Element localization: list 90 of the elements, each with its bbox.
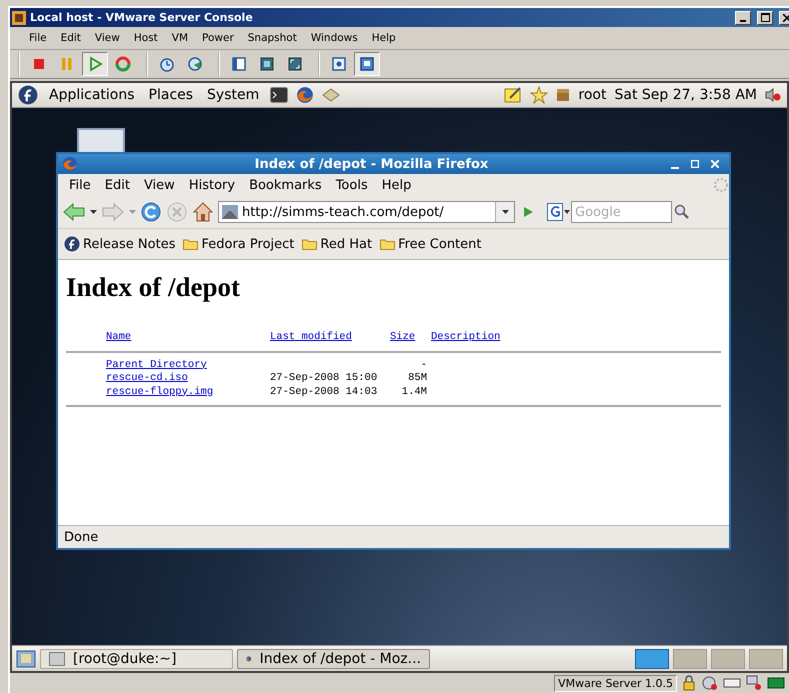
folder-icon — [380, 238, 396, 250]
menu-item[interactable]: Edit — [98, 178, 137, 192]
bookmark-item[interactable]: Free Content — [380, 236, 482, 252]
terminal-icon — [49, 652, 65, 666]
bookmark-item[interactable]: Release Notes — [64, 236, 176, 252]
firefox-icon — [62, 156, 78, 172]
memory-icon — [767, 675, 785, 691]
dropdown-arrow-icon[interactable] — [90, 210, 97, 214]
speaker-muted-icon[interactable] — [765, 87, 781, 103]
menu-item[interactable]: VM — [164, 32, 196, 44]
folder-icon — [302, 238, 318, 250]
menu-item[interactable]: Edit — [54, 32, 88, 44]
menu-item[interactable]: Snapshot — [240, 32, 304, 44]
date-modified: 27-Sep-2008 14:03 — [270, 386, 378, 399]
maximize-button[interactable] — [757, 10, 773, 24]
panel-menu[interactable]: Places — [146, 87, 196, 103]
minimize-icon — [671, 167, 679, 169]
maximize-icon — [691, 160, 699, 168]
menu-item[interactable]: Bookmarks — [242, 178, 329, 192]
folder-icon — [183, 238, 198, 250]
menu-item[interactable]: Tools — [328, 178, 375, 192]
site-icon — [222, 205, 238, 219]
user-name[interactable]: root — [578, 87, 606, 103]
column-header-link[interactable]: Description — [431, 331, 721, 344]
star-icon[interactable] — [530, 86, 548, 104]
column-header-link[interactable]: Size — [390, 331, 416, 344]
status-text: Done — [58, 525, 729, 548]
bookmark-item[interactable]: Fedora Project — [183, 236, 294, 252]
file-size: 85M — [407, 372, 428, 386]
menu-item[interactable]: Windows — [304, 32, 365, 44]
cd-drive-icon — [701, 675, 719, 691]
file-link[interactable]: rescue-floppy.img — [106, 386, 270, 399]
terminal-icon[interactable] — [270, 87, 288, 103]
workspace-button[interactable] — [635, 648, 669, 668]
firefox-icon[interactable] — [296, 86, 314, 104]
fedora-logo-icon — [18, 85, 38, 105]
reset-icon — [114, 55, 132, 73]
menu-item[interactable]: Power — [195, 32, 241, 44]
menu-item[interactable]: File — [62, 178, 98, 192]
file-link[interactable]: Parent Directory — [106, 358, 270, 372]
file-size: - — [420, 358, 428, 372]
bookmark-item[interactable]: Red Hat — [302, 236, 372, 252]
column-header-link[interactable]: Name — [106, 331, 270, 344]
back-arrow-icon[interactable] — [62, 201, 86, 223]
version-label: VMware Server 1.0.5 — [554, 674, 677, 692]
lock-icon — [681, 675, 697, 691]
dropdown-arrow-icon[interactable] — [502, 210, 508, 214]
panel-menu[interactable]: Applications — [46, 87, 138, 103]
date-modified: 27-Sep-2008 15:00 — [270, 372, 378, 386]
menu-item[interactable]: Host — [126, 32, 165, 44]
clock[interactable]: Sat Sep 27, 3:58 AM — [614, 87, 757, 103]
page-heading: Index of /depot — [66, 272, 242, 303]
file-size: 1.4M — [400, 386, 428, 399]
address-bar[interactable]: http://simms-teach.com/depot/ — [218, 201, 515, 223]
maximize-icon — [760, 13, 770, 22]
fit-window-icon — [286, 55, 304, 73]
show-desktop-icon[interactable] — [16, 650, 36, 668]
network-icon — [745, 675, 763, 691]
home-icon[interactable] — [192, 201, 214, 223]
panel-menu[interactable]: System — [204, 87, 262, 103]
column-header-link[interactable]: Last modified — [270, 331, 390, 344]
throbber-icon — [713, 177, 729, 193]
menu-item[interactable]: History — [182, 178, 242, 192]
sidebar-icon — [230, 55, 248, 73]
app-logo-icon — [12, 10, 26, 24]
fedora-logo-icon — [64, 236, 80, 252]
file-link[interactable]: rescue-cd.iso — [106, 372, 270, 386]
google-logo-icon[interactable] — [547, 203, 571, 221]
reload-icon[interactable] — [140, 201, 162, 223]
close-icon — [711, 160, 719, 168]
gear-window-icon — [330, 55, 348, 73]
notes-icon[interactable] — [504, 86, 522, 104]
minimize-icon — [740, 20, 746, 22]
window-title: Local host - VMware Server Console — [30, 11, 254, 24]
taskbar-button[interactable]: [root@duke:~] — [40, 648, 233, 668]
menu-item[interactable]: Help — [374, 178, 418, 192]
close-icon — [783, 14, 789, 22]
menu-item[interactable]: Help — [364, 32, 403, 44]
search-field[interactable]: Google — [571, 201, 672, 223]
toolbar-button[interactable] — [82, 52, 108, 76]
menu-item[interactable]: File — [22, 32, 54, 44]
fullscreen-icon — [258, 55, 276, 73]
minimize-button[interactable] — [735, 10, 751, 24]
window-icon — [358, 55, 376, 73]
package-icon[interactable] — [556, 88, 570, 102]
taskbar-button[interactable]: Index of /depot - Moz... — [237, 648, 430, 668]
menu-item[interactable]: View — [88, 32, 127, 44]
toolbar-button[interactable] — [354, 52, 380, 76]
menu-item[interactable]: View — [136, 178, 182, 192]
browser-title: Index of /depot - Mozilla Firefox — [254, 156, 490, 172]
